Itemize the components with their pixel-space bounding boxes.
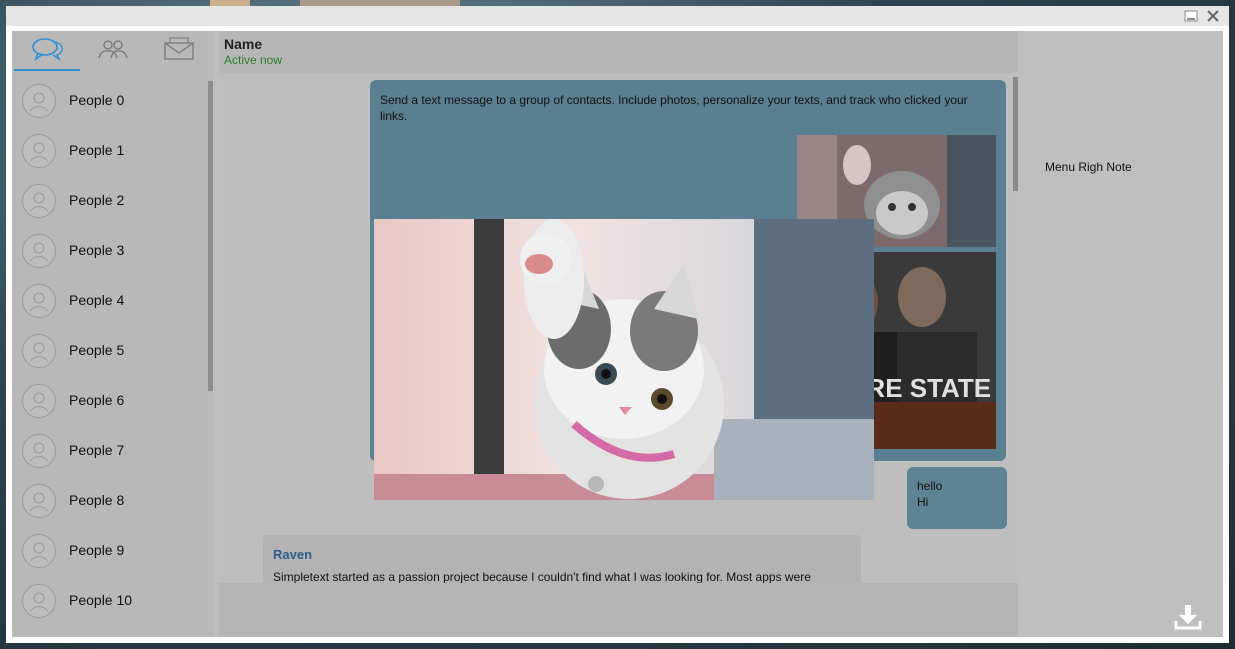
active-tab-indicator [14, 69, 80, 71]
avatar [22, 184, 56, 218]
messenger-content: People 0 People 1 People 2 People 3 Peop… [12, 31, 1223, 637]
tab-groups[interactable] [93, 37, 133, 65]
message-sender: Raven [273, 547, 313, 562]
minimize-icon[interactable] [1183, 8, 1199, 24]
chat-contact-name: Name [224, 36, 263, 52]
group-icon [96, 36, 130, 67]
contact-item[interactable]: People 1 [12, 126, 202, 176]
avatar [22, 434, 56, 468]
chat-scrollbar[interactable] [1013, 77, 1018, 191]
envelope-icon [162, 36, 196, 67]
avatar [22, 84, 56, 118]
contact-name: People 1 [69, 142, 125, 158]
contact-name: People 5 [69, 342, 125, 358]
image-preview-overlay[interactable] [374, 219, 874, 500]
contact-name: People 2 [69, 192, 125, 208]
outgoing-message: hello Hi [907, 467, 1007, 529]
app-window: People 0 People 1 People 2 People 3 Peop… [6, 6, 1229, 643]
avatar [22, 334, 56, 368]
contact-name: People 8 [69, 492, 125, 508]
avatar [22, 534, 56, 568]
incoming-message: Raven Simpletext started as a passion pr… [263, 535, 861, 585]
tab-messages[interactable] [159, 36, 199, 67]
tab-chats[interactable] [28, 37, 68, 65]
contact-item[interactable]: People 5 [12, 326, 202, 376]
contact-item[interactable]: People 4 [12, 276, 202, 326]
chat-header: Name Active now [219, 31, 1018, 73]
right-panel: Menu Righ Note [1022, 31, 1223, 637]
contact-item[interactable]: People 10 [12, 576, 202, 626]
sidebar-tabs [12, 31, 213, 71]
contact-item[interactable]: People 0 [12, 76, 202, 126]
right-panel-note: Menu Righ Note [1045, 160, 1132, 174]
avatar [22, 134, 56, 168]
message-text: Send a text message to a group of contac… [380, 93, 968, 123]
title-bar [6, 6, 1229, 26]
message-text: hello [917, 479, 943, 493]
compose-area[interactable] [219, 583, 1018, 637]
contact-name: People 7 [69, 442, 125, 458]
sidebar: People 0 People 1 People 2 People 3 Peop… [12, 31, 213, 637]
contact-name: People 6 [69, 392, 125, 408]
avatar [22, 384, 56, 418]
contact-item[interactable]: People 7 [12, 426, 202, 476]
contact-item[interactable]: People 3 [12, 226, 202, 276]
close-icon[interactable] [1205, 8, 1221, 24]
contact-name: People 4 [69, 292, 125, 308]
sidebar-scrollbar[interactable] [208, 81, 213, 391]
avatar [22, 284, 56, 318]
chat-bubbles-icon [31, 36, 65, 67]
contact-name: People 10 [69, 592, 133, 608]
contact-name: People 9 [69, 542, 125, 558]
avatar [22, 484, 56, 518]
contact-item[interactable]: People 8 [12, 476, 202, 526]
avatar [22, 234, 56, 268]
contact-item[interactable]: People 6 [12, 376, 202, 426]
message-text: Hi [917, 495, 929, 509]
contact-name: People 3 [69, 242, 125, 258]
contact-item[interactable]: People 9 [12, 526, 202, 576]
contact-name: People 0 [69, 92, 125, 108]
download-icon[interactable] [1173, 603, 1203, 631]
avatar [22, 584, 56, 618]
contact-item[interactable]: People 2 [12, 176, 202, 226]
chat-status: Active now [224, 53, 283, 67]
contact-list: People 0 People 1 People 2 People 3 Peop… [12, 76, 208, 637]
